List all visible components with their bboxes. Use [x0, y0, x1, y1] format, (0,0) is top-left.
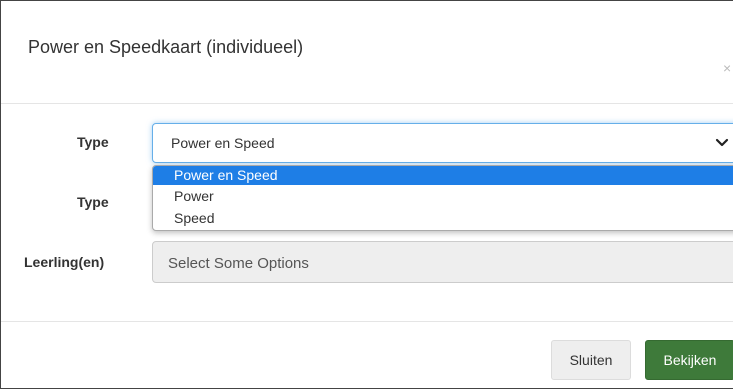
type-label-2: Type — [77, 194, 109, 210]
type-label: Type — [77, 134, 109, 150]
students-multiselect[interactable]: Select Some Options — [152, 241, 733, 283]
modal-header: Power en Speedkaart (individueel) × — [1, 1, 733, 104]
close-icon[interactable]: × — [723, 61, 731, 75]
students-label: Leerling(en) — [24, 254, 105, 270]
type-select-value: Power en Speed — [171, 135, 275, 151]
students-placeholder: Select Some Options — [168, 255, 309, 272]
type-select[interactable]: Power en Speed — [152, 123, 733, 163]
chevron-down-icon — [715, 138, 729, 147]
modal-title: Power en Speedkaart (individueel) — [28, 37, 304, 57]
dropdown-option-power-en-speed[interactable]: Power en Speed — [153, 166, 733, 185]
type-dropdown-list: Power en Speed Power Speed — [152, 165, 733, 231]
view-button[interactable]: Bekijken — [645, 340, 733, 380]
close-button[interactable]: Sluiten — [551, 340, 631, 380]
modal-dialog: Power en Speedkaart (individueel) × Type… — [0, 0, 733, 389]
modal-footer — [1, 321, 733, 322]
dropdown-option-power[interactable]: Power — [153, 185, 733, 207]
dropdown-option-speed[interactable]: Speed — [153, 207, 733, 229]
